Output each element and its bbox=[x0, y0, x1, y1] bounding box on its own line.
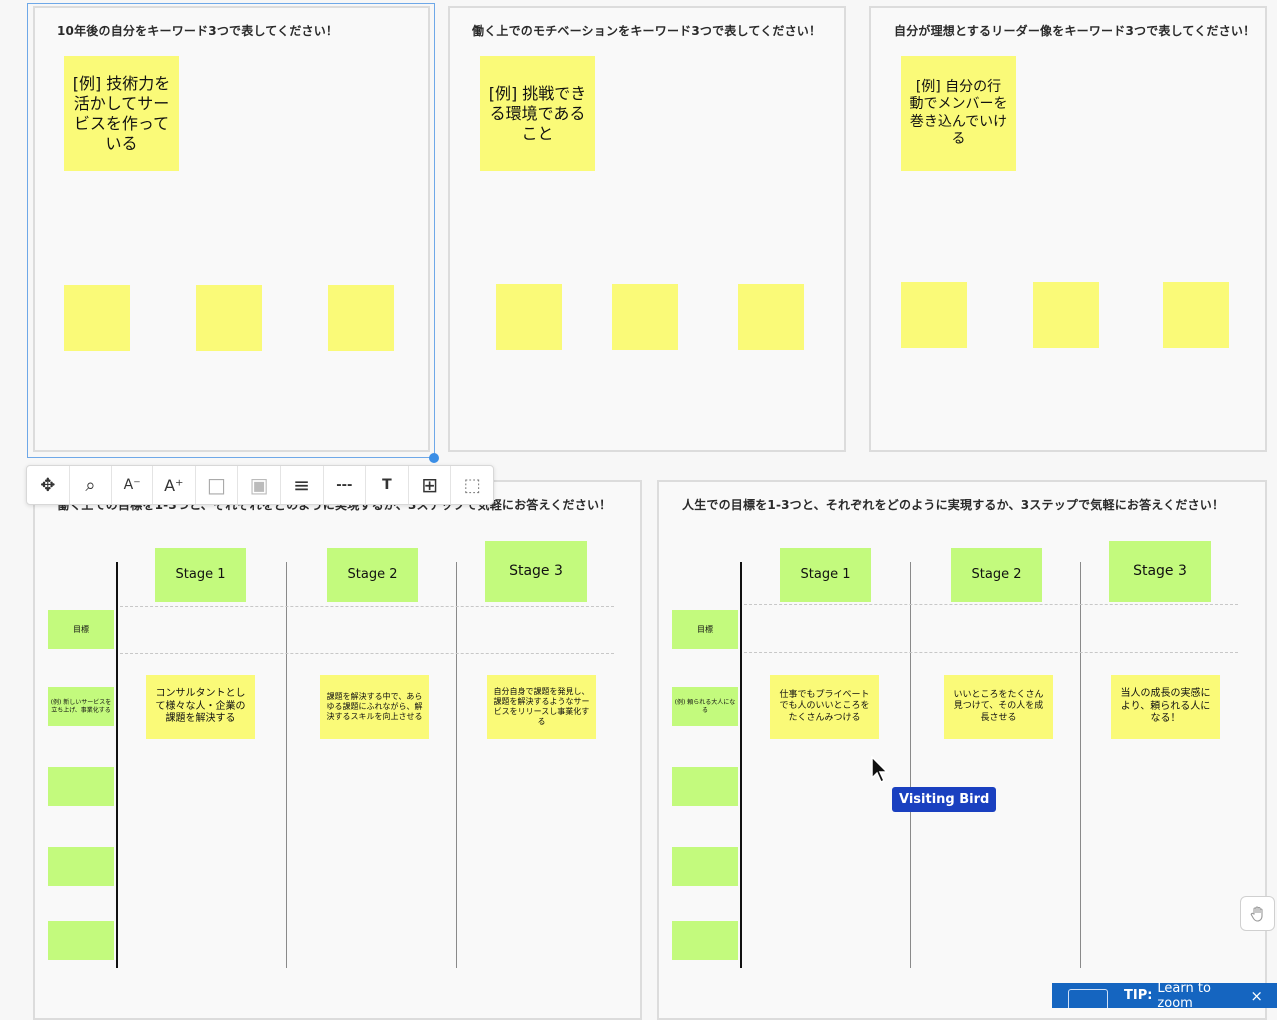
tip-label: TIP: bbox=[1123, 988, 1153, 1003]
tip-text[interactable]: Learn to zoom bbox=[1157, 981, 1250, 1011]
stage-header[interactable]: Stage 2 bbox=[951, 548, 1042, 602]
step-sticky-note[interactable]: 仕事でもプライベートでも人のいいところをたくさんみつける bbox=[770, 675, 879, 739]
close-icon[interactable]: × bbox=[1250, 987, 1263, 1005]
step-sticky-note[interactable]: 自分自身で課題を発見し、課題を解決するようなサービスをリリースし事業化する bbox=[487, 675, 596, 739]
example-sticky-note[interactable]: [例] 自分の行動でメンバーを巻き込んでいける bbox=[901, 56, 1016, 171]
sticky-note[interactable] bbox=[612, 284, 678, 350]
border-style-icon[interactable]: --- bbox=[324, 466, 367, 504]
row-header-divider bbox=[740, 562, 742, 968]
row-header-divider bbox=[116, 562, 118, 968]
collaborator-cursor-icon bbox=[871, 756, 889, 784]
stage-header[interactable]: Stage 3 bbox=[485, 541, 587, 602]
border-weight-icon[interactable]: ≡ bbox=[281, 466, 324, 504]
goal-row-label[interactable]: 目標 bbox=[672, 610, 738, 649]
resize-handle[interactable] bbox=[429, 453, 439, 463]
column-divider bbox=[1080, 562, 1081, 968]
step-sticky-note[interactable]: 課題を解決する中で、あらゆる課題にふれながら、解決するスキルを向上させる bbox=[320, 675, 429, 739]
selection-outline bbox=[27, 3, 435, 458]
goal-row-label[interactable] bbox=[48, 767, 114, 806]
column-divider bbox=[286, 562, 287, 968]
example-sticky-note[interactable]: [例] 挑戦できる環境であること bbox=[480, 56, 595, 171]
row-divider bbox=[120, 653, 614, 654]
example-goal-label[interactable]: (例) 頼られる大人になる bbox=[672, 687, 738, 726]
goal-row-label[interactable] bbox=[48, 921, 114, 960]
increase-font-icon[interactable]: A⁺ bbox=[153, 466, 196, 504]
goal-row-label[interactable]: 目標 bbox=[48, 610, 114, 649]
row-divider bbox=[744, 652, 1238, 653]
border-color-icon[interactable]: ▣ bbox=[238, 466, 281, 504]
selection-toolbar: ✥ ⌕ A⁻ A⁺ □ ▣ ≡ --- T ⊞ ⬚ bbox=[26, 465, 494, 505]
step-sticky-note[interactable]: 当人の成長の実感により、頼られる人になる！ bbox=[1111, 675, 1220, 739]
row-divider bbox=[120, 606, 614, 607]
sticky-note[interactable] bbox=[738, 284, 804, 350]
frame-title: 自分が理想とするリーダー像をキーワード3つで表してください！ bbox=[894, 24, 1256, 38]
text-format-icon[interactable]: T bbox=[366, 466, 409, 504]
sticky-note[interactable] bbox=[901, 282, 967, 348]
goal-row-label[interactable] bbox=[672, 847, 738, 886]
goal-row-label[interactable] bbox=[48, 847, 114, 886]
hand-tool-button[interactable] bbox=[1240, 896, 1275, 931]
stage-header[interactable]: Stage 1 bbox=[780, 548, 871, 602]
frame-title: 人生での目標を1-3つと、それぞれをどのように実現するか、3ステップで気軽にお答… bbox=[682, 498, 1225, 512]
hand-icon bbox=[1250, 905, 1263, 922]
collaborator-name-label: Visiting Bird bbox=[892, 787, 997, 812]
fill-color-icon[interactable]: □ bbox=[196, 466, 239, 504]
sticky-note[interactable] bbox=[496, 284, 562, 350]
step-sticky-note[interactable]: コンサルタントとして様々な人・企業の課題を解決する bbox=[146, 675, 255, 739]
move-icon[interactable]: ✥ bbox=[27, 466, 70, 504]
grid-icon[interactable]: ⊞ bbox=[409, 466, 452, 504]
stage-header[interactable]: Stage 2 bbox=[327, 548, 418, 602]
zoom-to-fit-icon[interactable]: ⌕ bbox=[70, 466, 113, 504]
decrease-font-icon[interactable]: A⁻ bbox=[112, 466, 153, 504]
column-divider bbox=[910, 562, 911, 968]
tip-banner[interactable]: TIP: Learn to zoom × bbox=[1052, 981, 1277, 1011]
add-to-selection-icon[interactable]: ⬚ bbox=[451, 466, 493, 504]
tip-thumbnail-icon bbox=[1068, 989, 1108, 1008]
example-goal-label[interactable]: (例) 新しいサービスを立ち上げ、事業化する bbox=[48, 687, 114, 726]
goal-row-label[interactable] bbox=[672, 921, 738, 960]
sticky-note[interactable] bbox=[1033, 282, 1099, 348]
goal-row-label[interactable] bbox=[672, 767, 738, 806]
frame-title: 働く上でのモチベーションをキーワード3つで表してください！ bbox=[472, 24, 822, 38]
stage-header[interactable]: Stage 1 bbox=[155, 548, 246, 602]
column-divider bbox=[456, 562, 457, 968]
row-divider bbox=[744, 604, 1238, 605]
stage-header[interactable]: Stage 3 bbox=[1109, 541, 1211, 602]
step-sticky-note[interactable]: いいところをたくさん見つけて、その人を成長させる bbox=[944, 675, 1053, 739]
sticky-note[interactable] bbox=[1163, 282, 1229, 348]
